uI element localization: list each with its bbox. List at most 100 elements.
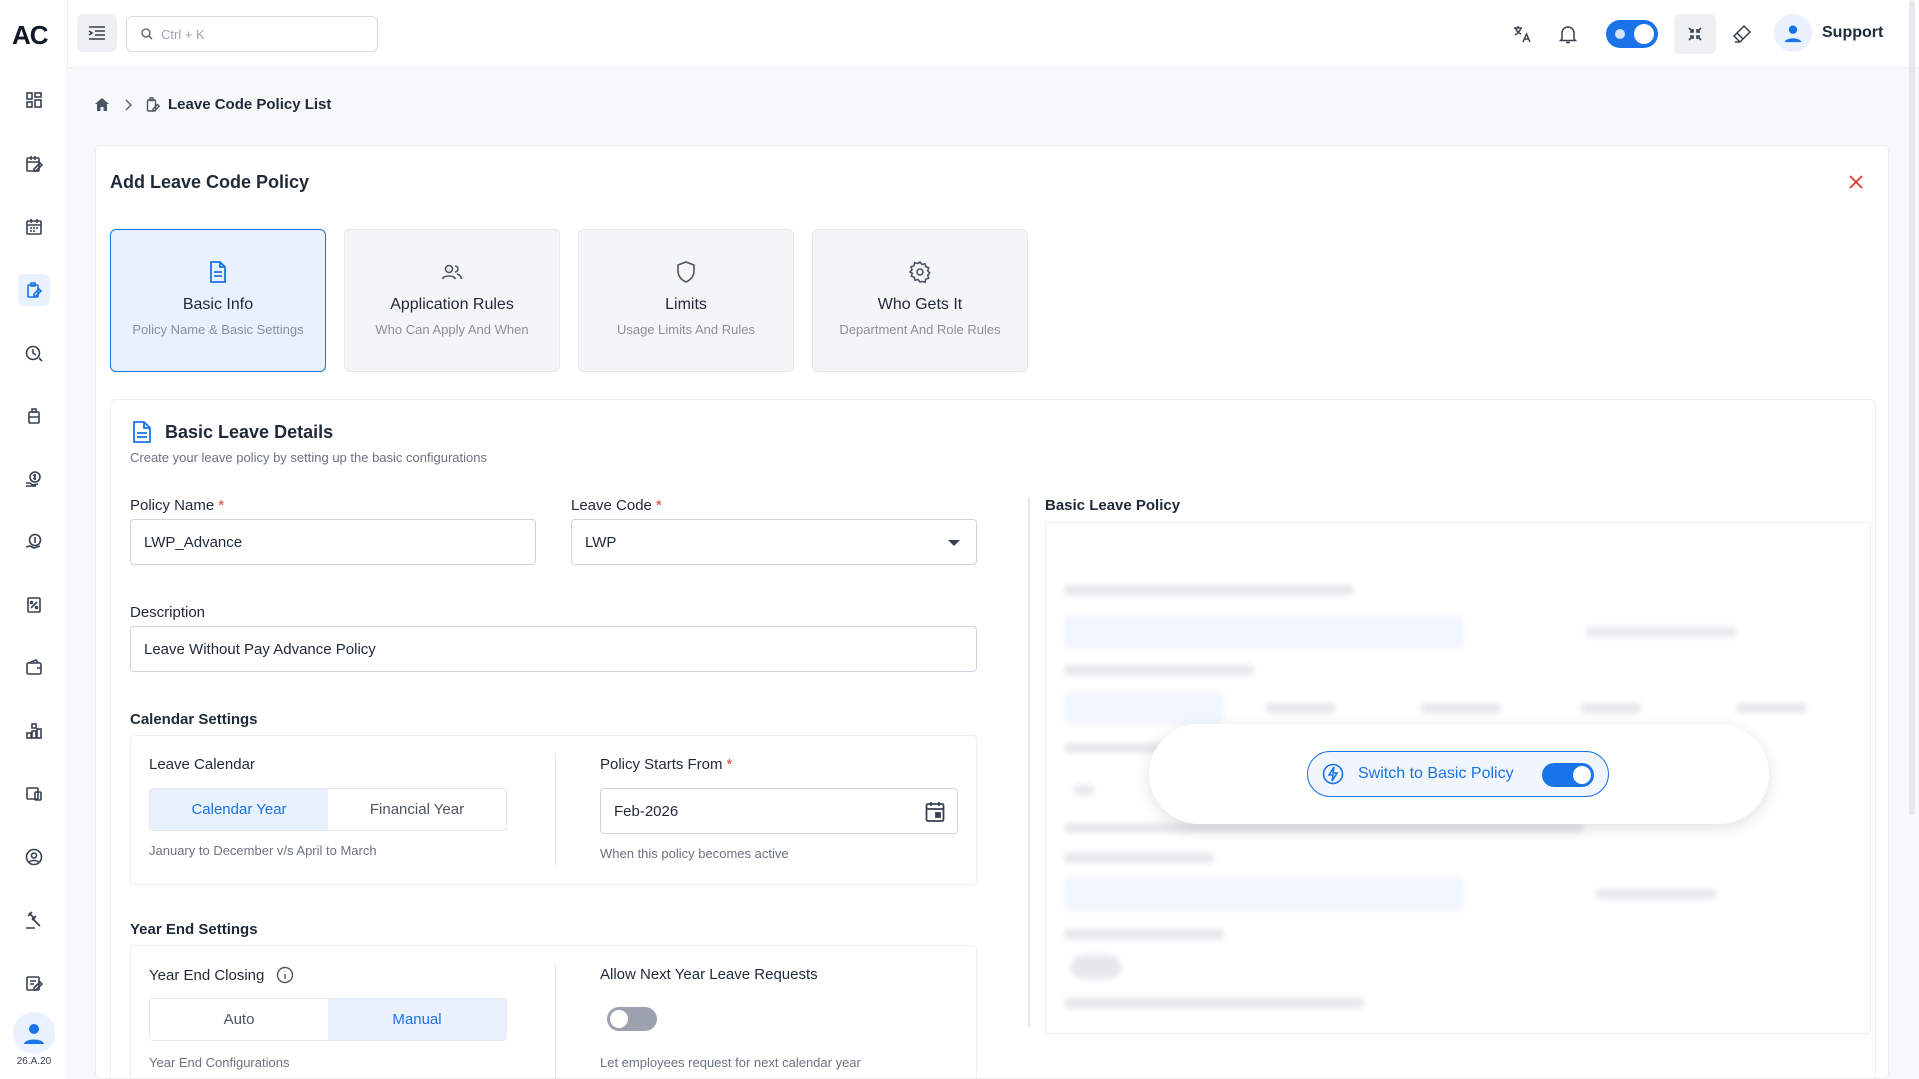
description-input[interactable]: Leave Without Pay Advance Policy [130, 626, 977, 672]
toggle-knob [610, 1010, 628, 1028]
wallet-icon[interactable] [18, 652, 50, 684]
dashboard-icon[interactable] [18, 84, 50, 116]
toggle-knob [1573, 766, 1591, 784]
divider [555, 964, 556, 1079]
brush-icon[interactable] [1726, 18, 1758, 50]
user-avatar[interactable] [1774, 14, 1812, 52]
app-version: 26.A.20 [16, 1056, 52, 1067]
year-end-hint: Year End Configurations [149, 1055, 290, 1070]
gavel-icon[interactable] [18, 904, 50, 936]
app-logo[interactable]: AC [12, 20, 49, 51]
step-subtitle: Usage Limits And Rules [616, 322, 755, 337]
calendar-year-option[interactable]: Calendar Year [150, 789, 328, 830]
leave-code-label: Leave Code * [571, 497, 662, 514]
bell-icon[interactable] [1552, 18, 1584, 50]
leave-policy-icon[interactable] [18, 274, 50, 306]
chevron-down-icon [948, 540, 960, 546]
next-year-requests-label: Allow Next Year Leave Requests [600, 966, 818, 983]
financial-year-option[interactable]: Financial Year [328, 789, 506, 830]
step-subtitle: Policy Name & Basic Settings [132, 322, 304, 337]
topbar: Ctrl + K Support [68, 0, 1919, 68]
time-icon[interactable] [18, 337, 50, 369]
switch-to-basic-policy-button[interactable]: Switch to Basic Policy [1307, 751, 1609, 797]
edit-calendar-icon[interactable] [18, 148, 50, 180]
step-title: Basic Info [182, 296, 254, 313]
step-title: Who Gets It [877, 296, 963, 313]
step-basic-info[interactable]: Basic Info Policy Name & Basic Settings [110, 229, 326, 372]
basic-leave-details-section: Basic Leave Details Create your leave po… [110, 399, 1876, 1079]
search-icon [141, 28, 153, 40]
page-title: Add Leave Code Policy [110, 172, 310, 192]
document-icon [131, 420, 153, 444]
policy-start-label: Policy Starts From * [600, 756, 733, 773]
leave-code-select[interactable]: LWP [571, 519, 977, 565]
year-end-closing-toggle: Auto Manual [149, 998, 507, 1041]
description-label: Description [130, 604, 206, 621]
divider [555, 754, 556, 866]
collapse-button[interactable] [1674, 14, 1716, 54]
policy-name-input[interactable]: LWP_Advance [130, 519, 536, 565]
theme-mode-icon [1615, 29, 1625, 39]
leave-calendar-hint: January to December v/s April to March [149, 843, 377, 858]
org-chart-icon[interactable] [18, 715, 50, 747]
leave-policy-icon [146, 97, 160, 112]
menu-toggle-button[interactable] [77, 14, 117, 52]
tax-icon[interactable] [18, 589, 50, 621]
year-end-closing-label: Year End Closing [149, 966, 294, 984]
sidebar: AC 26.A.20 [0, 0, 68, 1079]
sidebar-avatar[interactable] [13, 1012, 55, 1054]
policy-name-label: Policy Name * [130, 497, 225, 514]
switch-toggle[interactable] [1542, 763, 1594, 787]
breadcrumb: Leave Code Policy List [94, 96, 331, 113]
notes-icon[interactable] [18, 967, 50, 999]
calendar-icon[interactable] [925, 801, 945, 823]
profile-circle-icon[interactable] [18, 841, 50, 873]
user-name[interactable]: Support [1822, 24, 1883, 42]
leave-calendar-toggle: Calendar Year Financial Year [149, 788, 507, 831]
step-application-rules[interactable]: Application Rules Who Can Apply And When [344, 229, 560, 372]
right-panel-title: Basic Leave Policy [1045, 497, 1181, 514]
lightning-icon [1322, 763, 1344, 785]
page-scrollbar[interactable] [1909, 0, 1915, 815]
year-end-settings-heading: Year End Settings [130, 921, 258, 938]
search-input[interactable]: Ctrl + K [126, 16, 378, 52]
section-title: Basic Leave Details [165, 422, 334, 442]
panel-divider [1028, 497, 1030, 1027]
year-end-settings-box: Year End Closing Auto Manual Year End Co… [130, 945, 977, 1079]
info-icon[interactable] [276, 966, 294, 984]
shield-icon [674, 260, 698, 284]
users-icon [440, 260, 464, 284]
close-icon[interactable] [1844, 170, 1868, 194]
translate-icon[interactable] [1506, 18, 1538, 50]
policy-start-date-input[interactable]: Feb-2026 [600, 788, 958, 834]
theme-toggle[interactable] [1606, 20, 1658, 48]
home-icon[interactable] [94, 97, 110, 112]
breadcrumb-current[interactable]: Leave Code Policy List [168, 96, 331, 113]
switch-label: Switch to Basic Policy [1358, 765, 1514, 782]
step-who-gets-it[interactable]: Who Gets It Department And Role Rules [812, 229, 1028, 372]
add-policy-card: Add Leave Code Policy Basic Info Policy … [95, 145, 1889, 1079]
leave-calendar-label: Leave Calendar [149, 756, 255, 773]
step-subtitle: Who Can Apply And When [375, 322, 529, 337]
step-limits[interactable]: Limits Usage Limits And Rules [578, 229, 794, 372]
manual-option[interactable]: Manual [328, 999, 506, 1040]
step-subtitle: Department And Role Rules [839, 322, 1001, 337]
step-title: Limits [665, 296, 707, 313]
calendar-settings-heading: Calendar Settings [130, 711, 258, 728]
payroll-icon[interactable] [18, 463, 50, 495]
calendar-icon[interactable] [18, 211, 50, 243]
next-year-requests-toggle[interactable] [607, 1007, 657, 1031]
money-icon[interactable] [18, 526, 50, 558]
theme-toggle-knob [1634, 24, 1654, 44]
auto-option[interactable]: Auto [150, 999, 328, 1040]
briefcase-icon[interactable] [18, 400, 50, 432]
switch-policy-overlay: Switch to Basic Policy [1149, 724, 1769, 824]
devices-icon[interactable] [18, 778, 50, 810]
search-placeholder: Ctrl + K [161, 26, 205, 42]
next-year-requests-hint: Let employees request for next calendar … [600, 1055, 861, 1070]
chevron-right-icon [124, 98, 132, 111]
policy-start-hint: When this policy becomes active [600, 846, 789, 861]
section-subtitle: Create your leave policy by setting up t… [130, 450, 487, 465]
gear-icon [908, 260, 932, 284]
step-title: Application Rules [390, 296, 514, 313]
